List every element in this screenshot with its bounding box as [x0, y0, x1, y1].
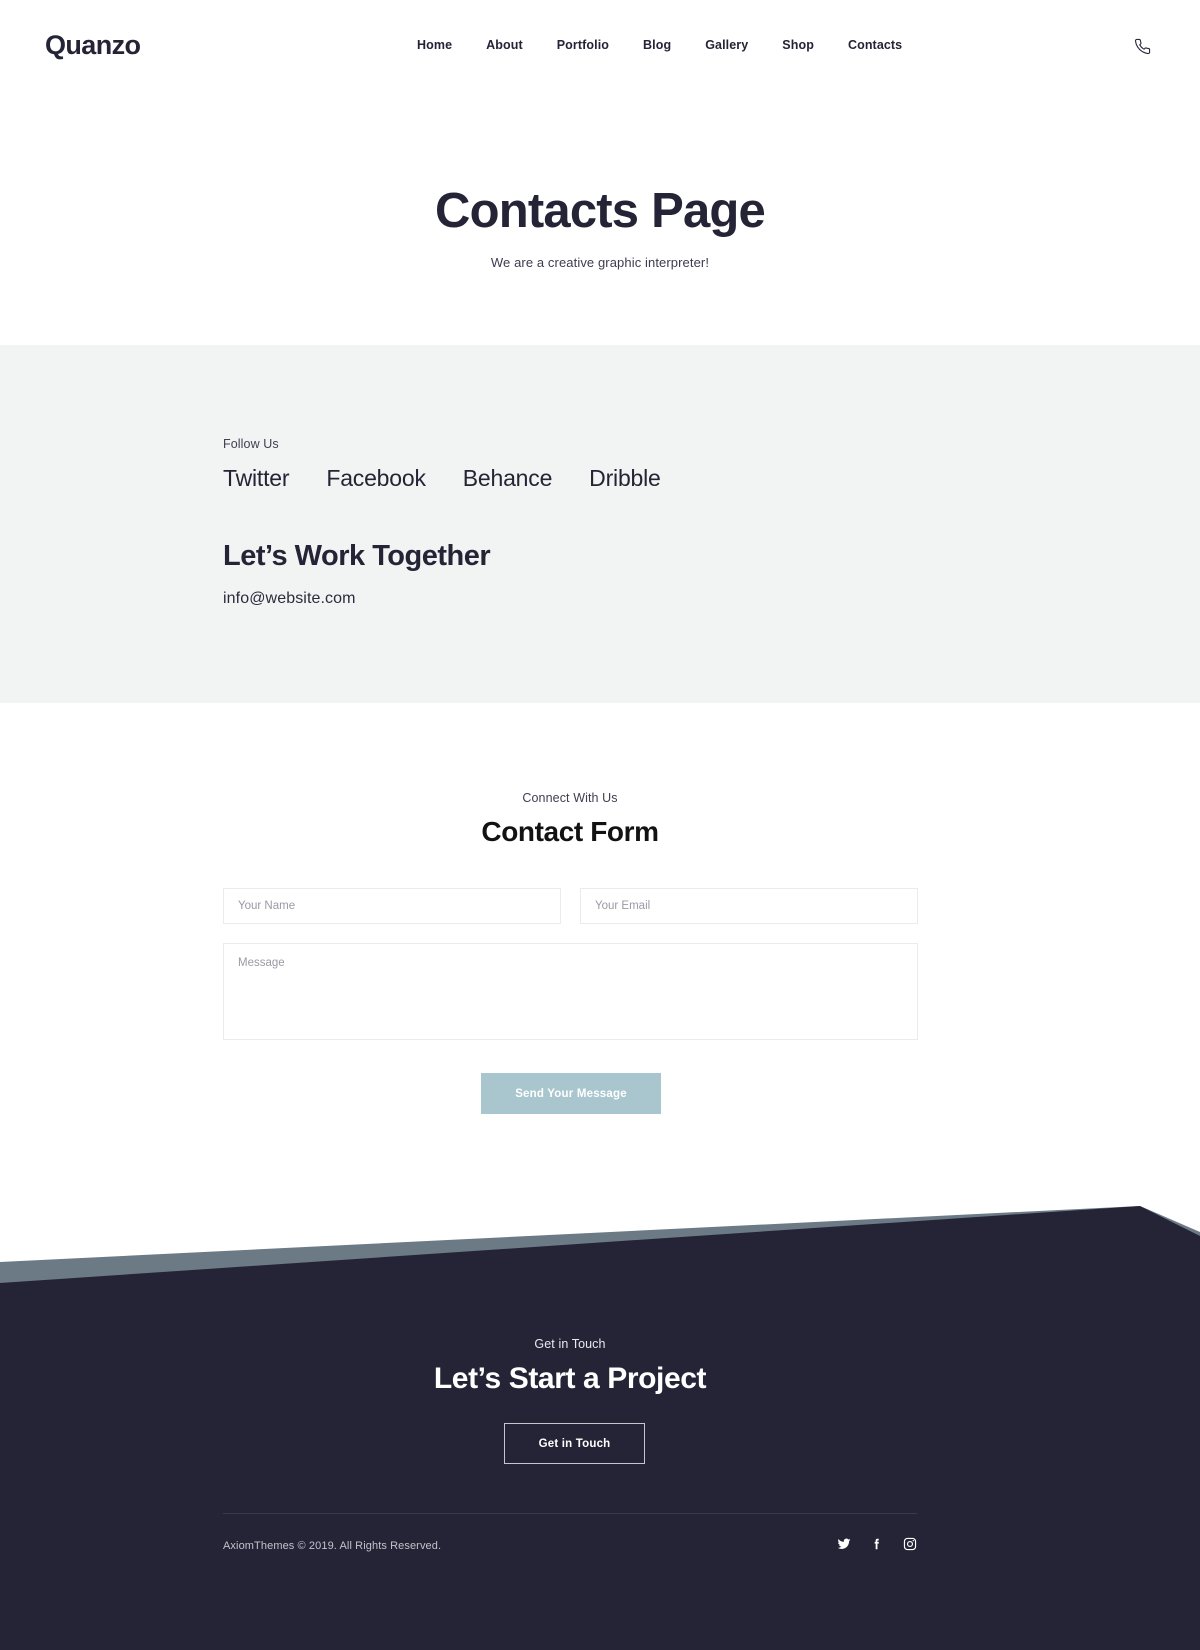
hero-section: Contacts Page We are a creative graphic …	[0, 92, 1200, 345]
main-navigation: Home About Portfolio Blog Gallery Shop C…	[400, 38, 919, 52]
send-message-button[interactable]: Send Your Message	[481, 1073, 661, 1114]
cta-eyebrow: Get in Touch	[534, 1337, 606, 1351]
message-textarea[interactable]	[238, 955, 903, 1028]
facebook-icon[interactable]	[870, 1537, 884, 1551]
site-header: Quanzo Home About Portfolio Blog Gallery…	[0, 0, 1200, 92]
cta-footer-section: Get in Touch Let’s Start a Project Get i…	[0, 1180, 1200, 1650]
form-title: Contact Form	[481, 816, 659, 847]
nav-item-about[interactable]: About	[469, 38, 540, 52]
social-link-facebook[interactable]: Facebook	[326, 465, 426, 492]
footer-social-icons	[837, 1537, 917, 1551]
nav-item-shop[interactable]: Shop	[765, 38, 831, 52]
form-fields-row	[223, 888, 918, 924]
social-link-twitter[interactable]: Twitter	[223, 465, 290, 492]
page-subtitle: We are a creative graphic interpreter!	[490, 254, 710, 270]
nav-item-portfolio[interactable]: Portfolio	[540, 38, 626, 52]
phone-icon[interactable]	[1130, 34, 1154, 58]
nav-item-home[interactable]: Home	[400, 38, 469, 52]
footer-copyright: AxiomThemes © 2019. All Rights Reserved.	[223, 1540, 442, 1552]
name-field-wrapper[interactable]	[223, 888, 561, 924]
cta-title: Let’s Start a Project	[433, 1362, 707, 1395]
work-together-heading: Let’s Work Together	[223, 540, 491, 572]
email-input[interactable]	[595, 900, 903, 912]
contact-email-link[interactable]: info@website.com	[223, 590, 356, 608]
get-in-touch-button[interactable]: Get in Touch	[504, 1423, 645, 1464]
site-logo[interactable]: Quanzo	[45, 30, 141, 61]
form-eyebrow: Connect With Us	[522, 791, 618, 805]
social-link-behance[interactable]: Behance	[463, 465, 553, 492]
nav-item-contacts[interactable]: Contacts	[831, 38, 919, 52]
follow-section: Follow Us Twitter Facebook Behance Dribb…	[0, 345, 1200, 703]
contact-form-section: Connect With Us Contact Form Send Your M…	[0, 703, 1200, 1208]
social-link-dribble[interactable]: Dribble	[589, 465, 661, 492]
social-links-row: Twitter Facebook Behance Dribble	[223, 465, 698, 492]
message-field-wrapper[interactable]	[223, 943, 918, 1040]
follow-us-label: Follow Us	[223, 437, 279, 451]
nav-item-blog[interactable]: Blog	[626, 38, 688, 52]
footer-divider	[223, 1513, 917, 1514]
page-root: Quanzo Home About Portfolio Blog Gallery…	[0, 0, 1200, 1650]
email-field-wrapper[interactable]	[580, 888, 918, 924]
name-input[interactable]	[238, 900, 546, 912]
twitter-icon[interactable]	[837, 1537, 851, 1551]
instagram-icon[interactable]	[903, 1537, 917, 1551]
page-title: Contacts Page	[435, 184, 766, 239]
nav-item-gallery[interactable]: Gallery	[688, 38, 765, 52]
